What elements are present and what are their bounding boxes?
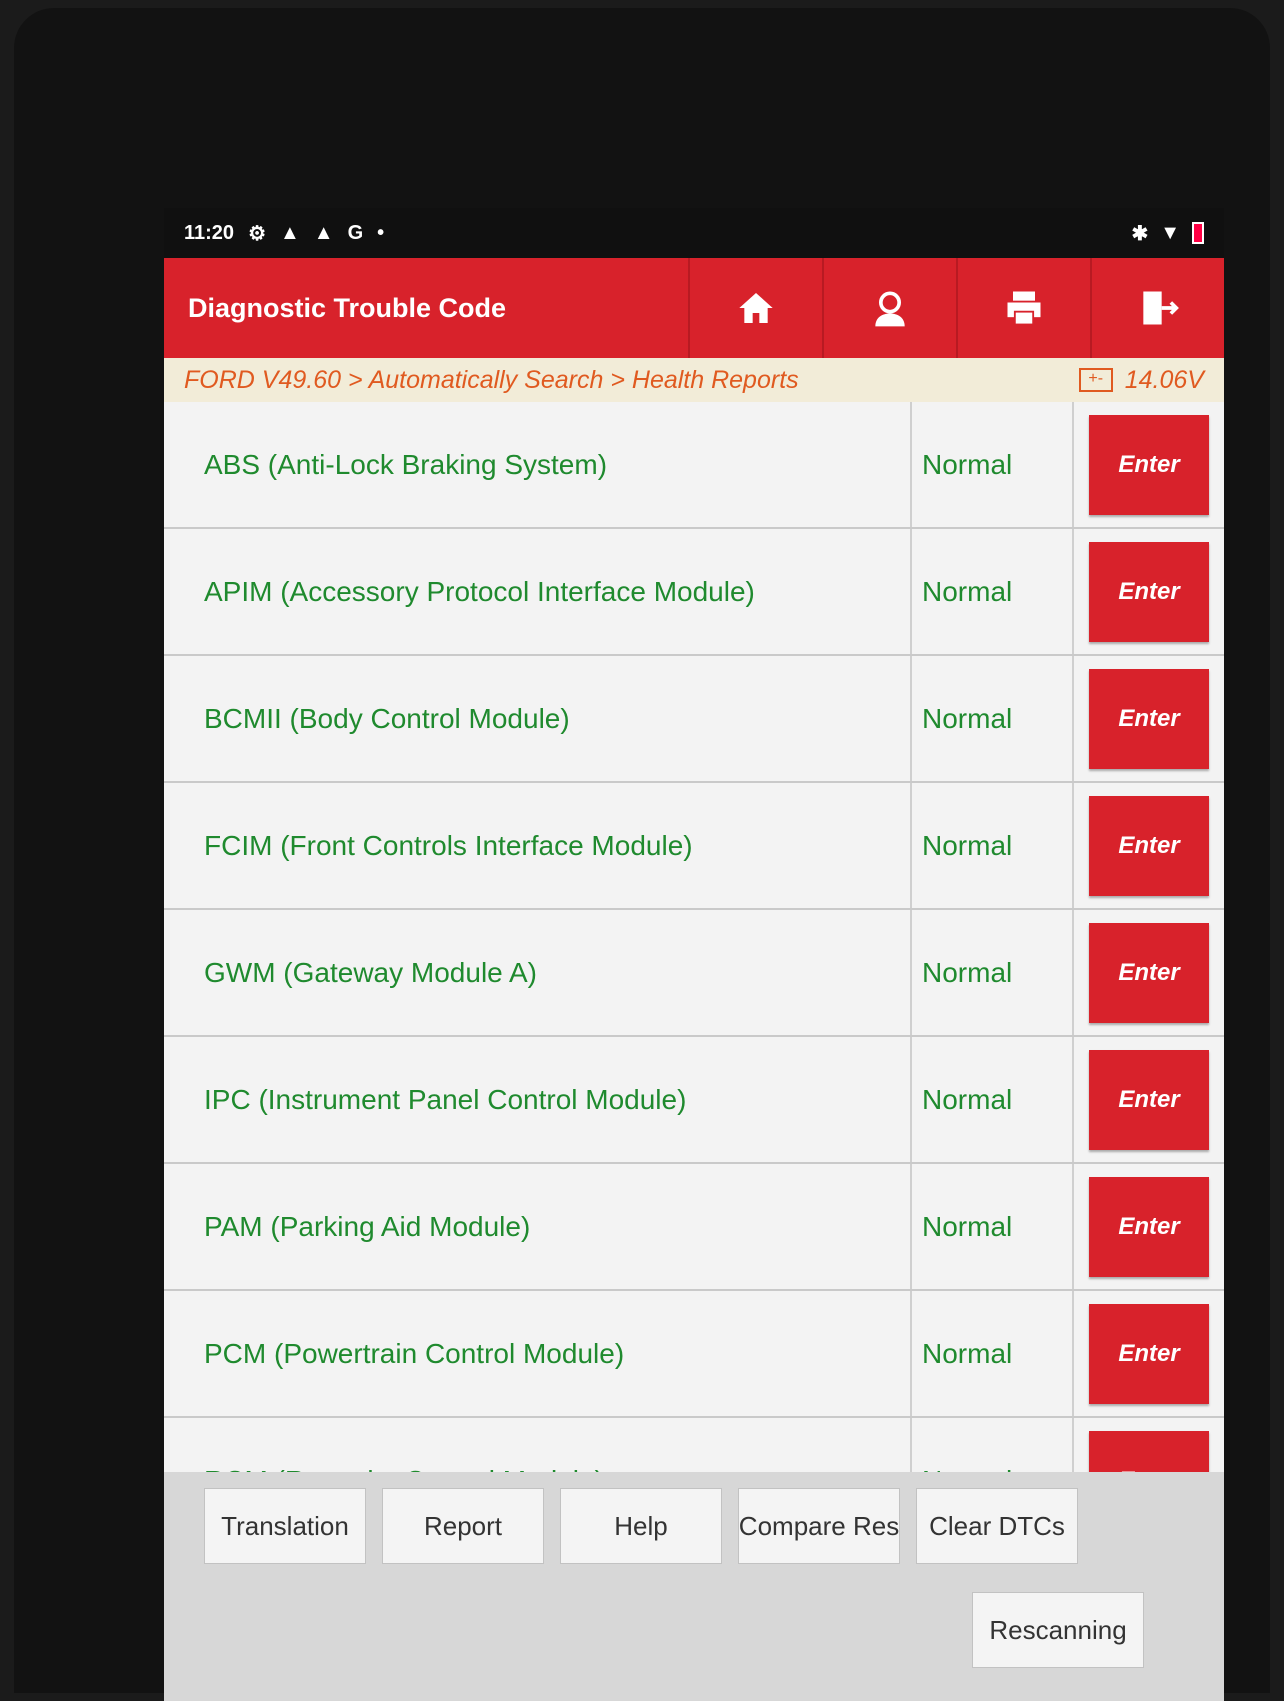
clear-dtcs-button[interactable]: Clear DTCs xyxy=(916,1488,1078,1564)
compare-results-button[interactable]: Compare Res xyxy=(738,1488,900,1564)
module-name: BCMII (Body Control Module) xyxy=(164,656,912,781)
warning-icon: ▲ xyxy=(313,221,334,244)
table-row: RCM (Restraint Control Module) Normal En… xyxy=(164,1418,1224,1472)
module-name: RCM (Restraint Control Module) xyxy=(164,1418,912,1472)
enter-cell: Enter xyxy=(1074,1037,1224,1162)
clock: 11:20 xyxy=(184,221,235,244)
module-status: Normal xyxy=(912,1164,1074,1289)
print-icon xyxy=(1007,291,1041,326)
dot-icon: • xyxy=(377,221,385,244)
screen: 11:20 ⚙ ▲ ▲ G • ✱ ▼ Diagnostic Trouble C… xyxy=(164,208,1224,1701)
voltage-indicator: +- 14.06V xyxy=(1078,365,1204,395)
enter-button[interactable]: Enter xyxy=(1089,1049,1209,1150)
car-battery-icon: +- xyxy=(1078,368,1113,392)
warning-icon: ▲ xyxy=(280,221,300,244)
module-name: PAM (Parking Aid Module) xyxy=(164,1164,912,1289)
module-name: APIM (Accessory Protocol Interface Modul… xyxy=(164,529,912,654)
table-row: PAM (Parking Aid Module) Normal Enter xyxy=(164,1164,1224,1291)
enter-cell: Enter xyxy=(1074,656,1224,781)
exit-icon xyxy=(1143,291,1179,325)
enter-button[interactable]: Enter xyxy=(1089,668,1209,769)
module-status: Normal xyxy=(912,1418,1074,1472)
table-row: GWM (Gateway Module A) Normal Enter xyxy=(164,910,1224,1037)
google-icon: G xyxy=(347,221,364,244)
module-name: GWM (Gateway Module A) xyxy=(164,910,912,1035)
battery-icon xyxy=(1192,222,1204,244)
support-button[interactable] xyxy=(822,258,956,358)
enter-cell: Enter xyxy=(1074,402,1224,527)
module-status: Normal xyxy=(912,1037,1074,1162)
exit-button[interactable] xyxy=(1090,258,1224,358)
table-row: APIM (Accessory Protocol Interface Modul… xyxy=(164,529,1224,656)
rescanning-button[interactable]: Rescanning xyxy=(972,1592,1144,1668)
wifi-icon: ▼ xyxy=(1160,221,1180,244)
module-name: ABS (Anti-Lock Braking System) xyxy=(164,402,912,527)
tablet-device: 11:20 ⚙ ▲ ▲ G • ✱ ▼ Diagnostic Trouble C… xyxy=(14,8,1270,1701)
enter-button[interactable]: Enter xyxy=(1089,541,1209,642)
home-icon xyxy=(739,293,773,323)
settings-icon: ⚙ xyxy=(248,222,266,245)
translation-button[interactable]: Translation xyxy=(204,1488,366,1564)
breadcrumb: FORD V49.60 > Automatically Search > Hea… xyxy=(164,358,1224,402)
footer-button-row: Translation Report Help Compare Res Clea… xyxy=(164,1472,1224,1564)
table-row: FCIM (Front Controls Interface Module) N… xyxy=(164,783,1224,910)
help-button[interactable]: Help xyxy=(560,1488,722,1564)
module-status: Normal xyxy=(912,656,1074,781)
support-icon xyxy=(875,291,905,327)
table-row: PCM (Powertrain Control Module) Normal E… xyxy=(164,1291,1224,1418)
voltage-value: 14.06V xyxy=(1124,365,1204,394)
enter-cell: Enter xyxy=(1074,529,1224,654)
enter-cell: Enter xyxy=(1074,1291,1224,1416)
module-status: Normal xyxy=(912,529,1074,654)
module-list: ABS (Anti-Lock Braking System) Normal En… xyxy=(164,402,1224,1472)
enter-button[interactable]: Enter xyxy=(1089,414,1209,515)
print-button[interactable] xyxy=(956,258,1090,358)
module-name: FCIM (Front Controls Interface Module) xyxy=(164,783,912,908)
enter-button[interactable]: Enter xyxy=(1089,922,1209,1023)
enter-cell: Enter xyxy=(1074,783,1224,908)
module-name: PCM (Powertrain Control Module) xyxy=(164,1291,912,1416)
enter-button[interactable]: Enter xyxy=(1089,1430,1209,1472)
enter-cell: Enter xyxy=(1074,910,1224,1035)
report-button[interactable]: Report xyxy=(382,1488,544,1564)
status-bar: 11:20 ⚙ ▲ ▲ G • ✱ ▼ xyxy=(164,208,1224,258)
module-status: Normal xyxy=(912,1291,1074,1416)
enter-button[interactable]: Enter xyxy=(1089,1303,1209,1404)
module-status: Normal xyxy=(912,783,1074,908)
enter-button[interactable]: Enter xyxy=(1089,1176,1209,1277)
table-row: BCMII (Body Control Module) Normal Enter xyxy=(164,656,1224,783)
module-name: IPC (Instrument Panel Control Module) xyxy=(164,1037,912,1162)
breadcrumb-path: FORD V49.60 > Automatically Search > Hea… xyxy=(184,365,799,394)
app-header: Diagnostic Trouble Code xyxy=(164,258,1224,358)
table-row: ABS (Anti-Lock Braking System) Normal En… xyxy=(164,402,1224,529)
module-status: Normal xyxy=(912,910,1074,1035)
enter-cell: Enter xyxy=(1074,1418,1224,1472)
enter-button[interactable]: Enter xyxy=(1089,795,1209,896)
table-row: IPC (Instrument Panel Control Module) No… xyxy=(164,1037,1224,1164)
module-status: Normal xyxy=(912,402,1074,527)
footer-toolbar: Translation Report Help Compare Res Clea… xyxy=(164,1472,1224,1701)
enter-cell: Enter xyxy=(1074,1164,1224,1289)
home-button[interactable] xyxy=(688,258,822,358)
page-title: Diagnostic Trouble Code xyxy=(188,292,507,323)
bluetooth-icon: ✱ xyxy=(1131,222,1149,245)
